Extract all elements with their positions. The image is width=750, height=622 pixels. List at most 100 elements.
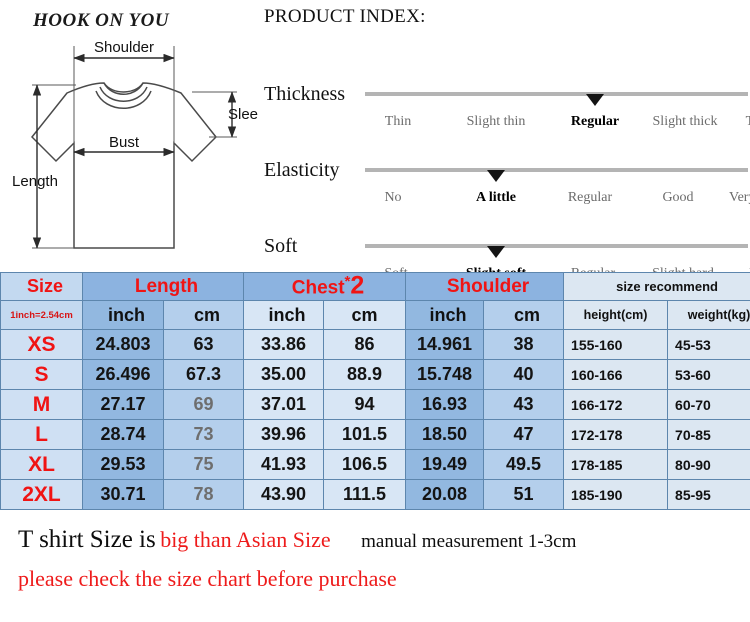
header-shoulder: Shoulder (405, 272, 565, 301)
header-length: Length (81, 272, 245, 301)
cell-shoulder-inch: 18.50 (405, 419, 485, 450)
cell-weight: 60-70 (667, 389, 750, 420)
cell-length-cm: 78 (162, 479, 245, 510)
header-chest-text: Chest (291, 277, 345, 299)
cell-chest-cm: 86 (323, 329, 407, 360)
footer-note-manual-measurement: manual measurement 1-3cm (361, 531, 577, 552)
top-section: HOOK ON YOU Shoulder Length Bust Slee PR… (0, 0, 750, 281)
cell-chest-cm: 101.5 (323, 419, 407, 450)
size-chart-table-wrapper: Size Length Chest*2 Shoulder size recomm… (0, 272, 750, 510)
footer-note-line-1: T shirt Size is big than Asian Size manu… (18, 526, 576, 554)
cell-weight: 70-85 (667, 419, 750, 450)
elasticity-slider-track (365, 168, 748, 172)
tshirt-measurement-diagram: Shoulder Length Bust Sleeve (12, 39, 258, 249)
footer-notes: T shirt Size is big than Asian Size manu… (0, 514, 750, 622)
thickness-slider-marker[interactable] (586, 94, 604, 106)
cell-height: 166-172 (563, 389, 669, 420)
soft-slider-track (365, 244, 748, 248)
header-length-inch: inch (82, 300, 164, 330)
table-row: M 27.17 69 37.01 94 16.93 43 166-172 60-… (0, 389, 750, 420)
cell-chest-cm: 88.9 (323, 359, 407, 390)
cell-height: 172-178 (563, 419, 669, 450)
elasticity-slider-marker[interactable] (487, 170, 505, 182)
cell-weight: 85-95 (667, 479, 750, 510)
cell-length-inch: 30.71 (82, 479, 164, 510)
cell-height: 155-160 (563, 329, 669, 360)
cell-shoulder-cm: 51 (483, 479, 565, 510)
cell-shoulder-cm: 38 (483, 329, 565, 360)
table-row: L 28.74 73 39.96 101.5 18.50 47 172-178 … (0, 419, 750, 450)
product-index-title: PRODUCT INDEX: (264, 6, 426, 27)
row-size-label: XL (0, 449, 83, 480)
cell-length-inch: 29.53 (82, 449, 164, 480)
cell-chest-inch: 43.90 (243, 479, 325, 510)
index-label-soft: Soft (264, 235, 298, 257)
cell-length-inch: 27.17 (82, 389, 164, 420)
cell-length-inch: 24.803 (82, 329, 164, 360)
header-chest-multiplier: 2 (350, 271, 365, 300)
header-shoulder-cm: cm (483, 300, 565, 330)
diagram-label-bust: Bust (109, 134, 140, 151)
table-unit-header-row: 1inch=2.54cm inch cm inch cm inch cm hei… (0, 300, 750, 330)
header-weight-kg: weight(kg) (667, 300, 750, 330)
cell-chest-cm: 94 (323, 389, 407, 420)
table-group-header-row: Size Length Chest*2 Shoulder size recomm… (0, 271, 750, 301)
cell-weight: 80-90 (667, 449, 750, 480)
row-size-label: 2XL (0, 479, 83, 510)
cell-shoulder-cm: 43 (483, 389, 565, 420)
cell-chest-inch: 35.00 (243, 359, 325, 390)
row-size-label: XS (0, 329, 83, 360)
footer-note-asian-size: big than Asian Size (160, 527, 331, 552)
cell-weight: 45-53 (667, 329, 750, 360)
diagram-label-sleeve: Sleeve (228, 106, 258, 123)
diagram-label-length: Length (12, 173, 58, 190)
table-row: XL 29.53 75 41.93 106.5 19.49 49.5 178-1… (0, 449, 750, 480)
cell-length-cm: 69 (162, 389, 245, 420)
thickness-slider-track (365, 92, 748, 96)
cell-shoulder-inch: 16.93 (405, 389, 485, 420)
header-height-cm: height(cm) (563, 300, 669, 330)
cell-shoulder-cm: 40 (483, 359, 565, 390)
cell-shoulder-cm: 47 (483, 419, 565, 450)
cell-chest-inch: 41.93 (243, 449, 325, 480)
soft-slider-marker[interactable] (487, 246, 505, 258)
cell-chest-cm: 106.5 (323, 449, 407, 480)
index-label-thickness: Thickness (264, 83, 346, 105)
row-size-label: M (0, 389, 83, 420)
index-row-soft: Soft Soft Slight soft Regular Slight har… (258, 194, 750, 281)
header-inch-conversion: 1inch=2.54cm (0, 300, 83, 330)
row-size-label: L (0, 419, 83, 450)
size-chart-table: Size Length Chest*2 Shoulder size recomm… (0, 272, 750, 510)
cell-chest-inch: 37.01 (243, 389, 325, 420)
footer-note-check-chart: please check the size chart before purch… (18, 566, 397, 591)
index-row-thickness: Thickness Thin Slight thin Regular Sligh… (258, 42, 750, 129)
footer-note-black: T shirt Size is (18, 526, 156, 553)
index-row-elasticity: Elasticity No A little Regular Good Very… (258, 118, 750, 205)
cell-length-inch: 26.496 (82, 359, 164, 390)
cell-height: 178-185 (563, 449, 669, 480)
cell-chest-inch: 39.96 (243, 419, 325, 450)
header-chest-cm: cm (323, 300, 407, 330)
brand-title: HOOK ON YOU (33, 10, 170, 31)
header-size-recommend: size recommend (563, 272, 750, 301)
cell-length-inch: 28.74 (82, 419, 164, 450)
cell-length-cm: 67.3 (162, 359, 245, 390)
cell-length-cm: 63 (162, 329, 245, 360)
footer-note-line-2: please check the size chart before purch… (18, 566, 397, 592)
header-size: Size (0, 272, 83, 301)
cell-length-cm: 75 (162, 449, 245, 480)
header-shoulder-inch: inch (405, 300, 485, 330)
cell-weight: 53-60 (667, 359, 750, 390)
cell-length-cm: 73 (162, 419, 245, 450)
cell-chest-cm: 111.5 (323, 479, 407, 510)
cell-shoulder-inch: 15.748 (405, 359, 485, 390)
cell-height: 160-166 (563, 359, 669, 390)
header-chest: Chest*2 (243, 271, 407, 301)
cell-shoulder-cm: 49.5 (483, 449, 565, 480)
cell-height: 185-190 (563, 479, 669, 510)
table-row: S 26.496 67.3 35.00 88.9 15.748 40 160-1… (0, 359, 750, 390)
table-row: XS 24.803 63 33.86 86 14.961 38 155-160 … (0, 329, 750, 360)
diagram-label-shoulder: Shoulder (94, 39, 154, 56)
garment-diagram-panel: HOOK ON YOU Shoulder Length Bust Slee (0, 0, 258, 270)
product-index-panel: PRODUCT INDEX: Thickness Thin Slight thi… (258, 0, 750, 281)
